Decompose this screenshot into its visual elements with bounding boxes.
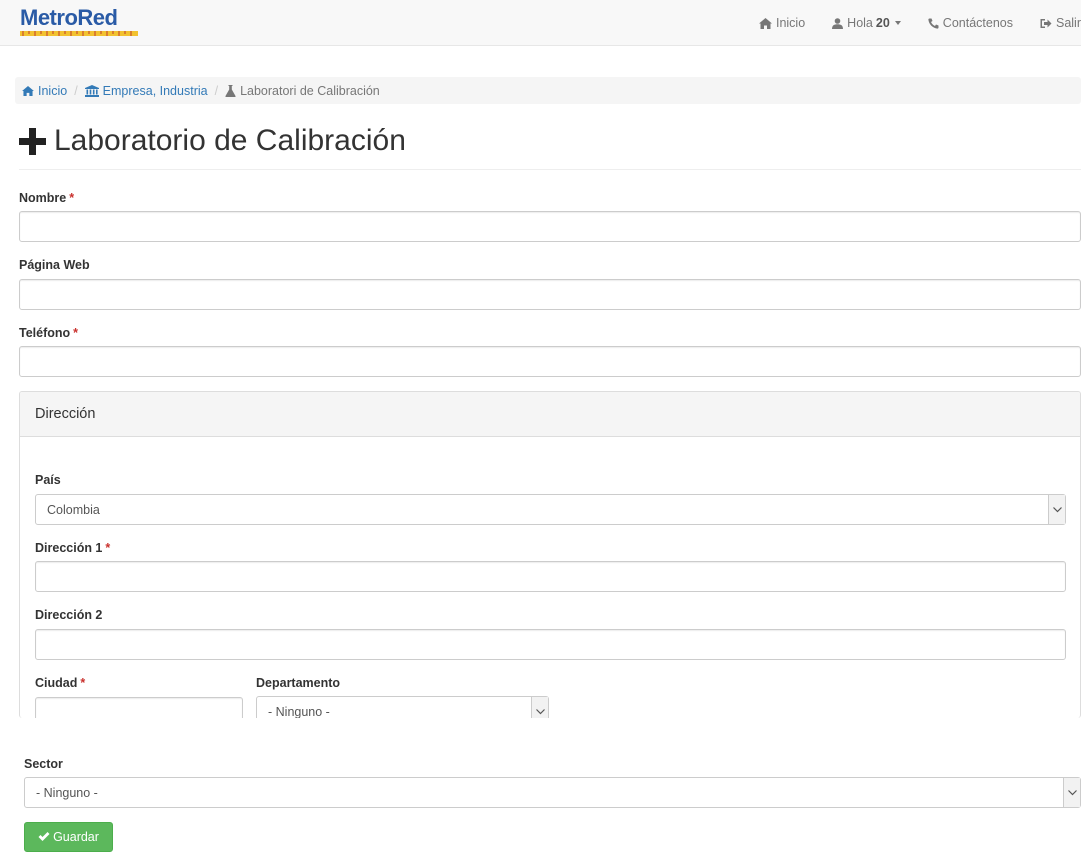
page-title-text: Laboratorio de Calibración bbox=[54, 124, 406, 157]
breadcrumb-active: Laboratori de Calibración bbox=[225, 84, 380, 98]
pais-label: País bbox=[35, 473, 61, 487]
nav-inicio[interactable]: Inicio bbox=[758, 16, 806, 30]
breadcrumb-empresa[interactable]: Empresa, Industria bbox=[84, 83, 208, 98]
home-icon bbox=[22, 85, 34, 96]
direccion1-label-text: Dirección 1 bbox=[35, 541, 103, 555]
ciudad-label-text: Ciudad bbox=[35, 676, 78, 690]
navbar-menu: Inicio Hola 20 Contáctenos Salir bbox=[732, 0, 1081, 46]
required-marker: * bbox=[69, 191, 75, 205]
flask-icon bbox=[225, 84, 236, 97]
telefono-label-text: Teléfono bbox=[19, 326, 71, 340]
telefono-input[interactable] bbox=[19, 346, 1081, 377]
breadcrumb-separator: / bbox=[214, 83, 219, 98]
chevron-down-icon bbox=[1063, 778, 1080, 807]
nombre-label: Nombre * bbox=[19, 191, 74, 205]
required-marker: * bbox=[105, 541, 111, 555]
nombre-input[interactable] bbox=[19, 211, 1081, 242]
panel-heading: Dirección bbox=[20, 392, 1080, 437]
brand-name: MetroRed bbox=[20, 5, 118, 30]
ruler-icon bbox=[20, 31, 138, 36]
breadcrumb-inicio-label: Inicio bbox=[38, 83, 68, 98]
sector-label: Sector bbox=[24, 757, 63, 771]
breadcrumb: Inicio / Empresa, Industria / Laboratori… bbox=[15, 77, 1081, 104]
brand-logo[interactable]: MetroRed bbox=[20, 5, 138, 36]
top-navbar: MetroRed Inicio Hola 20 Contáctenos Sali… bbox=[0, 0, 1081, 46]
plus-icon bbox=[19, 127, 46, 155]
departamento-select-value: - Ninguno - bbox=[268, 704, 330, 719]
required-marker: * bbox=[73, 326, 79, 340]
nav-user-label: Hola bbox=[847, 16, 873, 30]
check-icon bbox=[38, 832, 50, 842]
page-title: Laboratorio de Calibración bbox=[19, 124, 406, 158]
breadcrumb-active-label: Laboratori de Calibración bbox=[240, 83, 380, 98]
sector-select[interactable]: - Ninguno - bbox=[24, 777, 1081, 808]
web-input[interactable] bbox=[19, 279, 1081, 310]
caret-down-icon bbox=[894, 21, 901, 25]
breadcrumb-empresa-label: Empresa, Industria bbox=[102, 83, 208, 98]
direccion1-label: Dirección 1 * bbox=[35, 541, 110, 555]
telefono-label: Teléfono * bbox=[19, 326, 78, 340]
bank-icon bbox=[84, 84, 99, 97]
nav-salir[interactable]: Salir bbox=[1040, 16, 1081, 30]
nav-user-name: 20 bbox=[875, 16, 890, 30]
ciudad-label: Ciudad * bbox=[35, 676, 85, 690]
direccion2-input[interactable] bbox=[35, 629, 1066, 660]
direccion-panel: Dirección País Colombia Dirección 1 * Dir… bbox=[19, 391, 1081, 718]
logout-icon bbox=[1040, 18, 1052, 29]
chevron-down-icon bbox=[1048, 495, 1065, 524]
breadcrumb-separator: / bbox=[74, 83, 78, 98]
pais-select[interactable]: Colombia bbox=[35, 494, 1066, 525]
departamento-select[interactable]: - Ninguno - bbox=[256, 696, 549, 718]
nav-inicio-label: Inicio bbox=[775, 16, 806, 30]
nav-user-dropdown[interactable]: Hola 20 bbox=[832, 16, 901, 30]
pais-select-value: Colombia bbox=[47, 502, 100, 517]
departamento-label: Departamento bbox=[256, 676, 341, 690]
nav-contactenos-label: Contáctenos bbox=[942, 16, 1013, 30]
chevron-down-icon bbox=[531, 697, 548, 718]
nav-salir-label: Salir bbox=[1055, 16, 1081, 30]
sector-select-value: - Ninguno - bbox=[36, 785, 98, 800]
user-icon bbox=[832, 17, 844, 29]
required-marker: * bbox=[80, 676, 86, 690]
save-button-label: Guardar bbox=[53, 830, 99, 844]
nombre-label-text: Nombre bbox=[19, 191, 67, 205]
direccion2-label: Dirección 2 bbox=[35, 608, 103, 622]
web-label: Página Web bbox=[19, 258, 90, 272]
direccion1-input[interactable] bbox=[35, 561, 1066, 592]
ciudad-input[interactable] bbox=[35, 697, 243, 718]
title-divider bbox=[19, 169, 1081, 170]
breadcrumb-inicio[interactable]: Inicio bbox=[22, 84, 67, 98]
phone-icon bbox=[928, 18, 939, 29]
home-icon bbox=[758, 17, 772, 29]
nav-contactenos[interactable]: Contáctenos bbox=[928, 16, 1013, 30]
save-button[interactable]: Guardar bbox=[24, 822, 113, 852]
